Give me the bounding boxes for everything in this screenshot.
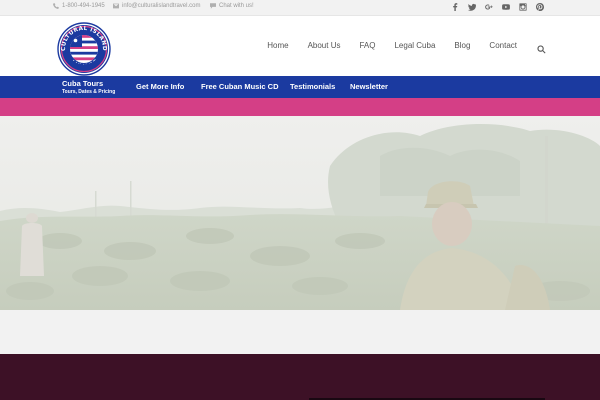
subnav-testimonials[interactable]: Testimonials — [290, 82, 335, 91]
cuba-tours-label: Cuba Tours — [62, 79, 104, 88]
nav-faq[interactable]: FAQ — [359, 41, 375, 50]
phone-icon — [53, 3, 59, 9]
social-links — [450, 2, 545, 12]
hero-image — [0, 116, 600, 310]
chat-bubble-icon — [210, 3, 216, 9]
nav-about-us[interactable]: About Us — [308, 41, 341, 50]
facebook-icon[interactable] — [450, 2, 460, 12]
instagram-icon[interactable] — [518, 2, 528, 12]
secondary-navigation: Cuba Tours Tours, Dates & Pricing Get Mo… — [0, 76, 600, 98]
site-header: CULTURAL ISLAND TRAVEL Home About Us FAQ… — [0, 16, 600, 76]
pinterest-icon[interactable] — [535, 2, 545, 12]
subnav-free-cuban-music-cd[interactable]: Free Cuban Music CD — [201, 82, 279, 91]
accent-stripe — [0, 98, 600, 116]
nav-legal-cuba[interactable]: Legal Cuba — [394, 41, 435, 50]
chat-text: Chat with us! — [219, 3, 254, 9]
nav-contact[interactable]: Contact — [489, 41, 517, 50]
subnav-cuba-tours[interactable]: Cuba Tours Tours, Dates & Pricing — [62, 79, 115, 95]
nav-home[interactable]: Home — [267, 41, 288, 50]
search-icon[interactable] — [537, 41, 546, 54]
chat-link[interactable]: Chat with us! — [210, 3, 254, 9]
youtube-icon[interactable] — [501, 2, 511, 12]
top-bar: 1-800-494-1945 info@culturalislandtravel… — [0, 0, 600, 16]
cultural-island-travel-logo[interactable]: CULTURAL ISLAND TRAVEL — [57, 22, 111, 76]
main-navigation: Home About Us FAQ Legal Cuba Blog Contac… — [248, 41, 546, 54]
phone-contact[interactable]: 1-800-494-1945 — [53, 3, 105, 9]
envelope-icon — [113, 3, 119, 9]
content-band — [0, 310, 600, 354]
email-contact[interactable]: info@culturalislandtravel.com — [113, 3, 200, 9]
twitter-icon[interactable] — [467, 2, 477, 12]
subnav-get-more-info[interactable]: Get More Info — [136, 82, 184, 91]
subnav-newsletter[interactable]: Newsletter — [350, 82, 388, 91]
email-address: info@culturalislandtravel.com — [122, 3, 201, 9]
tobacco-field-photo — [0, 116, 600, 310]
cuba-tours-sublabel: Tours, Dates & Pricing — [62, 89, 116, 95]
phone-number: 1-800-494-1945 — [62, 3, 105, 9]
google-plus-icon[interactable] — [484, 2, 494, 12]
maroon-section — [0, 354, 600, 400]
nav-blog[interactable]: Blog — [454, 41, 470, 50]
